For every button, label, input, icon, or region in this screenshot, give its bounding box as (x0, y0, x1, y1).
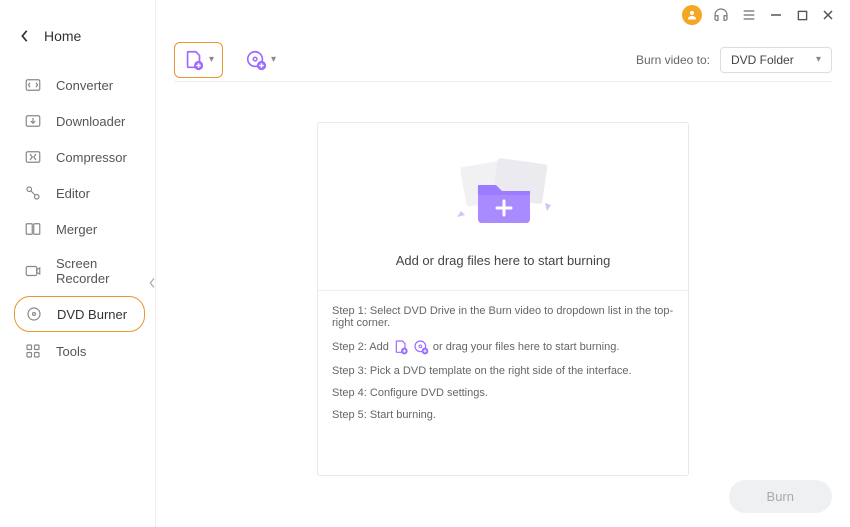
file-plus-icon (183, 49, 205, 71)
person-icon (686, 9, 698, 21)
menu-button[interactable] (740, 6, 758, 24)
close-icon (822, 9, 834, 21)
nav-label: Downloader (56, 114, 125, 129)
chevron-down-icon: ▾ (271, 54, 276, 65)
compressor-icon (24, 148, 42, 166)
sidebar-item-tools[interactable]: Tools (14, 334, 145, 368)
user-avatar[interactable] (682, 5, 702, 25)
headset-icon (712, 6, 730, 24)
sidebar-item-editor[interactable]: Editor (14, 176, 145, 210)
step-4: Step 4: Configure DVD settings. (332, 387, 674, 399)
steps-panel: Step 1: Select DVD Drive in the Burn vid… (318, 291, 688, 447)
tools-icon (24, 342, 42, 360)
step-5: Step 5: Start burning. (332, 409, 674, 421)
step-1: Step 1: Select DVD Drive in the Burn vid… (332, 305, 674, 329)
dropzone[interactable]: Add or drag files here to start burning (318, 123, 688, 291)
sidebar: Home Converter Downloader Compressor Edi… (0, 0, 156, 527)
nav-label: DVD Burner (57, 307, 127, 322)
sidebar-item-downloader[interactable]: Downloader (14, 104, 145, 138)
step-3: Step 3: Pick a DVD template on the right… (332, 365, 674, 377)
titlebar (682, 0, 850, 30)
nav-list: Converter Downloader Compressor Editor M… (0, 62, 155, 368)
sidebar-item-screen-recorder[interactable]: Screen Recorder (14, 248, 145, 294)
nav-label: Compressor (56, 150, 127, 165)
sidebar-item-compressor[interactable]: Compressor (14, 140, 145, 174)
dropzone-text: Add or drag files here to start burning (328, 253, 678, 268)
editor-icon (24, 184, 42, 202)
back-button[interactable] (20, 29, 30, 43)
sidebar-header: Home (0, 28, 155, 62)
burn-button[interactable]: Burn (729, 480, 832, 513)
disc-plus-icon (413, 339, 429, 355)
converter-icon (24, 76, 42, 94)
chevron-left-icon (20, 29, 30, 43)
select-value: DVD Folder (731, 53, 794, 67)
toolbar: ▾ ▾ Burn video to: DVD Folder ▾ (174, 38, 832, 82)
toolbar-right: Burn video to: DVD Folder ▾ (636, 47, 832, 73)
minimize-button[interactable] (768, 7, 784, 23)
footer: Burn (174, 476, 832, 513)
minimize-icon (770, 9, 782, 21)
burn-target-select[interactable]: DVD Folder ▾ (720, 47, 832, 73)
nav-label: Editor (56, 186, 90, 201)
dropzone-illustration (328, 151, 678, 231)
hamburger-icon (741, 7, 757, 23)
sidebar-item-dvd-burner[interactable]: DVD Burner (14, 296, 145, 332)
instruction-card: Add or drag files here to start burning … (317, 122, 689, 476)
add-file-button[interactable]: ▾ (174, 42, 223, 78)
burn-target-label: Burn video to: (636, 53, 710, 67)
screen-recorder-icon (24, 262, 42, 280)
main: ▾ ▾ Burn video to: DVD Folder ▾ (156, 30, 850, 527)
nav-label: Merger (56, 222, 97, 237)
merger-icon (24, 220, 42, 238)
downloader-icon (24, 112, 42, 130)
nav-label: Screen Recorder (56, 256, 135, 286)
disc-plus-icon (245, 49, 267, 71)
maximize-button[interactable] (794, 7, 810, 23)
chevron-down-icon: ▾ (816, 54, 821, 65)
sidebar-title: Home (44, 28, 81, 44)
close-button[interactable] (820, 7, 836, 23)
sidebar-item-merger[interactable]: Merger (14, 212, 145, 246)
chevron-down-icon: ▾ (209, 54, 214, 65)
nav-label: Tools (56, 344, 86, 359)
content: Add or drag files here to start burning … (174, 82, 832, 476)
sidebar-item-converter[interactable]: Converter (14, 68, 145, 102)
step-2: Step 2: Add or drag your files here to s… (332, 339, 674, 355)
dvd-burner-icon (25, 305, 43, 323)
nav-label: Converter (56, 78, 113, 93)
support-button[interactable] (712, 6, 730, 24)
file-plus-icon (393, 339, 409, 355)
add-disc-button[interactable]: ▾ (237, 43, 284, 77)
maximize-icon (797, 10, 808, 21)
